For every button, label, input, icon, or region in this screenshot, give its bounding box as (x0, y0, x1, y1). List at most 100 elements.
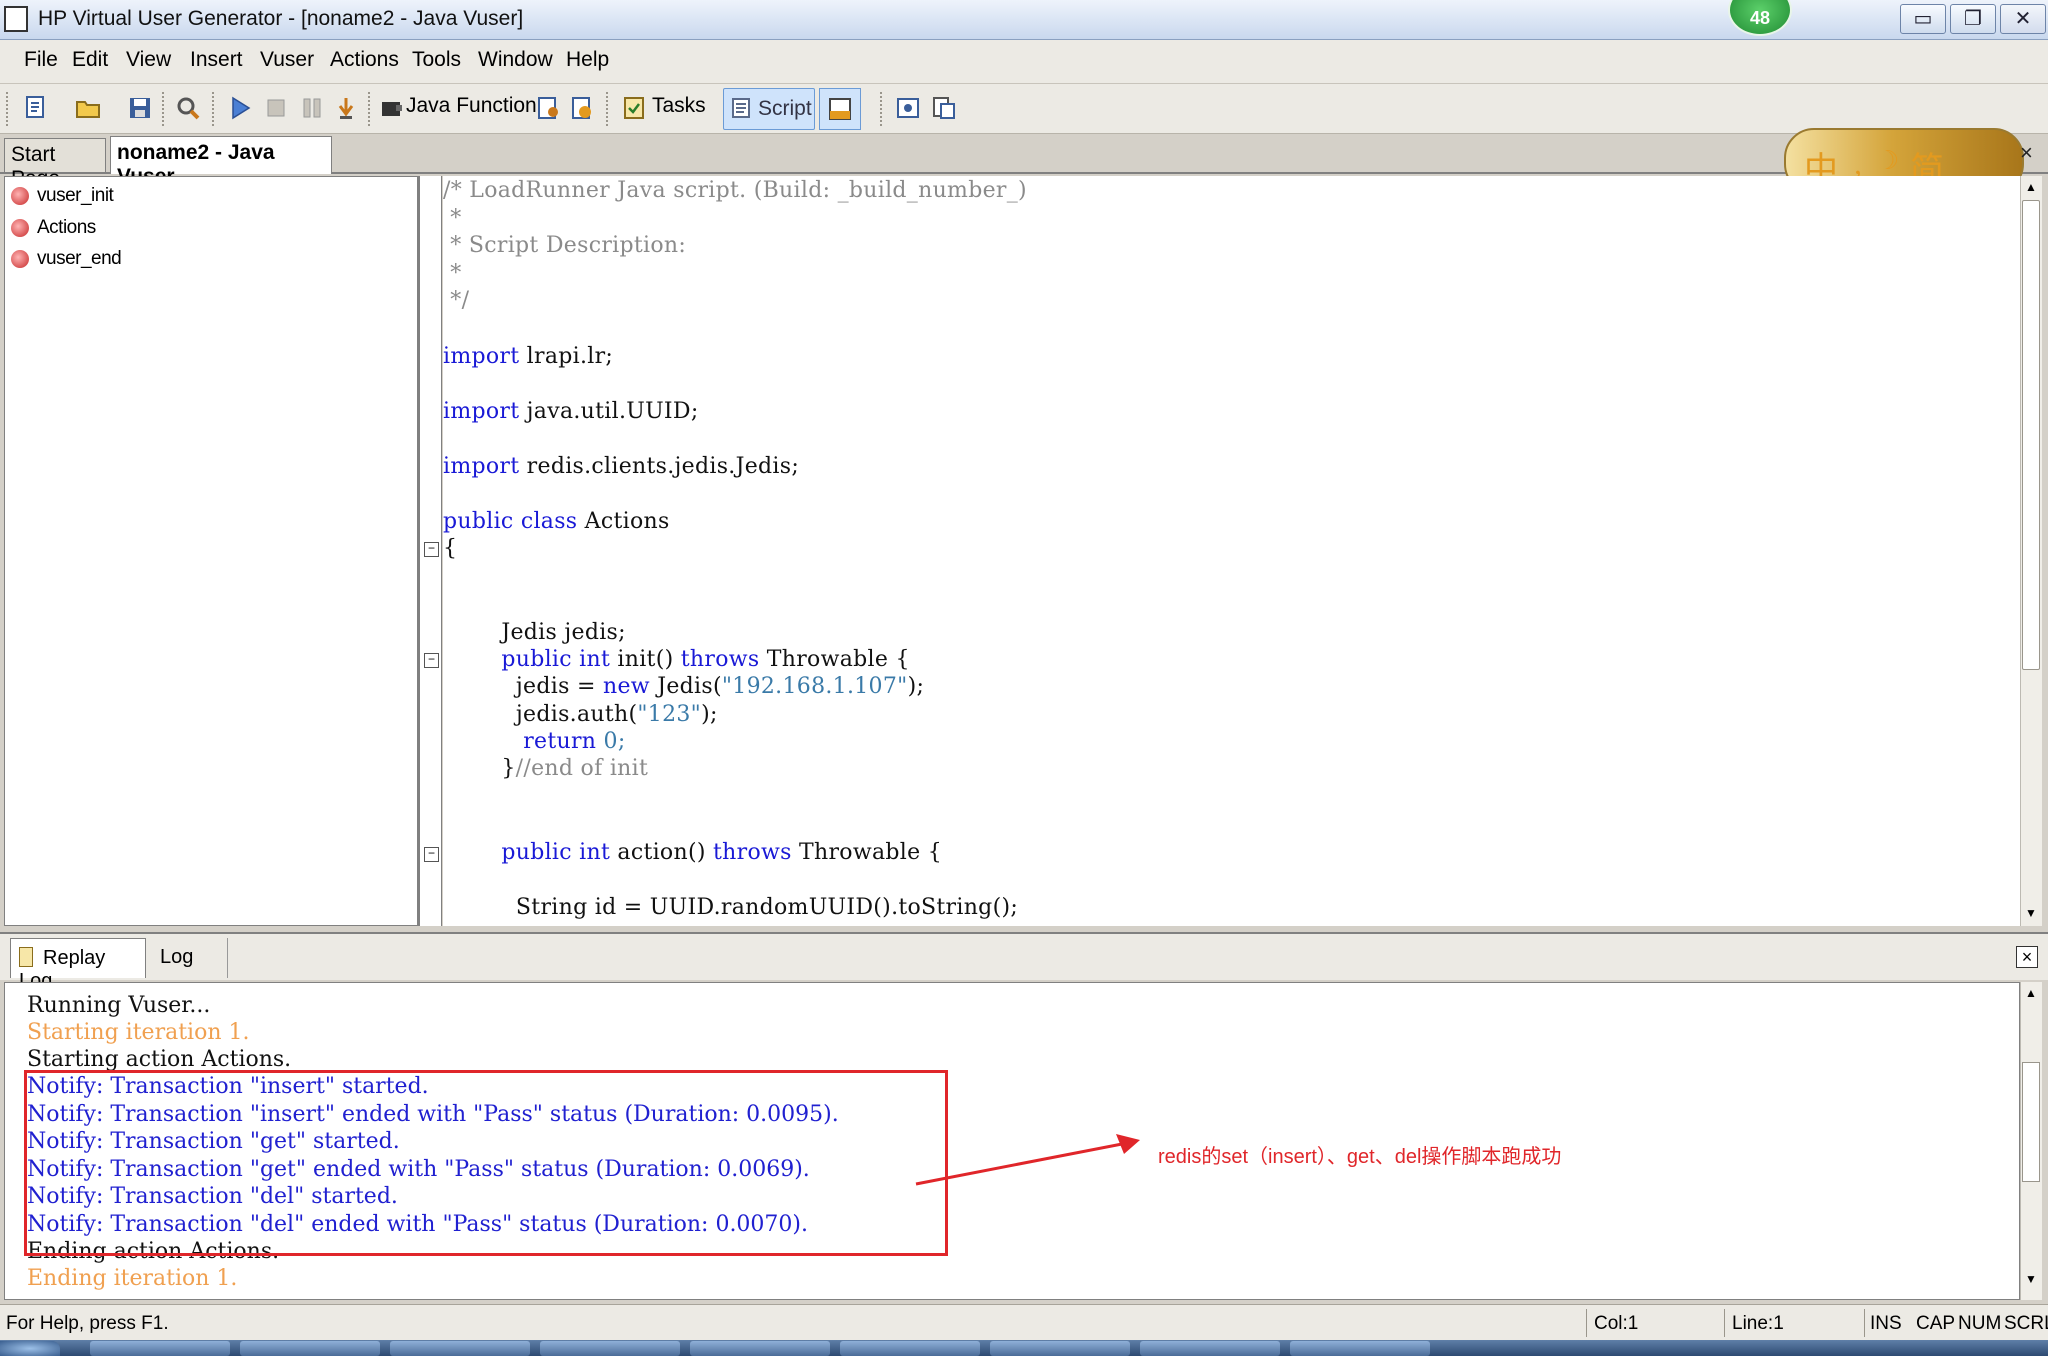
script-label: Script (758, 97, 812, 120)
taskbar-item[interactable] (540, 1341, 680, 1356)
menu-view[interactable]: View (126, 48, 171, 72)
script-view-button[interactable]: Script (723, 88, 815, 130)
log-icon (19, 947, 33, 967)
help-icon[interactable] (930, 94, 958, 122)
runtime-settings-icon[interactable] (568, 94, 596, 122)
notification-badge[interactable]: 48 (1728, 0, 1792, 36)
toolbar-separator (212, 92, 217, 126)
save-icon[interactable] (126, 94, 154, 122)
scroll-up-icon[interactable]: ▲ (2025, 986, 2037, 1000)
menu-tools[interactable]: Tools (412, 48, 461, 72)
restore-button[interactable]: ❐ (1950, 4, 1996, 34)
status-help: For Help, press F1. (6, 1313, 169, 1334)
compile-icon[interactable] (534, 94, 562, 122)
new-icon[interactable] (22, 94, 50, 122)
menu-actions[interactable]: Actions (330, 48, 399, 72)
scroll-thumb[interactable] (2022, 1062, 2040, 1182)
minimize-button[interactable]: ▭ (1900, 4, 1946, 34)
close-button[interactable]: ✕ (2000, 4, 2046, 34)
taskbar-item[interactable] (1140, 1341, 1280, 1356)
code-line: { (443, 536, 458, 561)
code-line: /* LoadRunner Java script. (Build: _buil… (443, 178, 1027, 203)
tab-noname2[interactable]: noname2 - Java Vuser (110, 136, 332, 188)
code-text: lrapi.lr; (519, 344, 614, 369)
java-function-label[interactable]: Java Function (406, 94, 537, 118)
taskbar-item[interactable] (990, 1341, 1130, 1356)
output-view-button[interactable] (819, 88, 861, 130)
scroll-up-icon[interactable]: ▲ (2025, 180, 2037, 194)
start-button[interactable] (0, 1341, 60, 1356)
status-line: Line:1 (1732, 1313, 1784, 1334)
tasks-label[interactable]: Tasks (652, 94, 706, 118)
code-text: action() (610, 840, 714, 865)
toolbar-separator (880, 92, 885, 126)
tree-view-icon (829, 98, 851, 120)
menu-help[interactable]: Help (566, 48, 609, 72)
menu-insert[interactable]: Insert (190, 48, 243, 72)
toolbar-grip[interactable] (6, 92, 11, 126)
toolbar-separator (368, 92, 373, 126)
tab-replay-log[interactable]: Replay Log (10, 938, 146, 992)
moon-icon[interactable]: ☽ (1876, 146, 1899, 176)
close-output-button[interactable]: × (2016, 946, 2038, 968)
stop-icon[interactable] (262, 94, 290, 122)
menu-edit[interactable]: Edit (72, 48, 108, 72)
code-editor[interactable]: /* LoadRunner Java script. (Build: _buil… (443, 176, 2023, 926)
log-line: Starting action Actions. (27, 1047, 292, 1072)
find-icon[interactable] (174, 94, 202, 122)
pause-icon[interactable] (298, 94, 326, 122)
output-tabs: Replay Log Log (0, 932, 2048, 992)
taskbar-item[interactable] (90, 1341, 230, 1356)
taskbar-item[interactable] (240, 1341, 380, 1356)
menu-vuser[interactable]: Vuser (260, 48, 314, 72)
menu-bar: File Edit View Insert Vuser Actions Tool… (0, 40, 2048, 84)
editor-gutter: − − − (418, 176, 442, 926)
arrow-icon (915, 1134, 1140, 1186)
fold-toggle[interactable]: − (424, 653, 439, 668)
close-document-button[interactable]: × (2020, 140, 2033, 166)
toolbar-separator (606, 92, 611, 126)
keyword: throws (680, 647, 760, 672)
fold-toggle[interactable]: − (424, 542, 439, 557)
tree-item-label: vuser_init (37, 185, 114, 206)
status-cap: CAP (1916, 1313, 1956, 1334)
open-icon[interactable] (74, 94, 102, 122)
taskbar-item[interactable] (390, 1341, 530, 1356)
fold-toggle[interactable]: − (424, 847, 439, 862)
menu-file[interactable]: File (24, 48, 58, 72)
string-literal: "123" (637, 702, 702, 727)
highlight-box (24, 1070, 948, 1256)
status-separator (1586, 1309, 1589, 1337)
code-text: jedis.auth( (443, 702, 638, 727)
keyword: import (443, 399, 520, 424)
options-icon[interactable] (894, 94, 922, 122)
code-text: jedis = (443, 674, 604, 699)
scroll-down-icon[interactable]: ▼ (2025, 1272, 2037, 1286)
status-bar: For Help, press F1. Col:1 Line:1 INS CAP… (0, 1304, 2048, 1340)
tree-item-label: vuser_end (37, 248, 122, 269)
tasks-icon[interactable] (620, 94, 648, 122)
status-col: Col:1 (1594, 1313, 1639, 1334)
keyword: import (443, 454, 520, 479)
status-ins: INS (1870, 1313, 1902, 1334)
action-icon (11, 219, 29, 237)
document-tabs: Start Page noname2 - Java Vuser (0, 134, 2048, 190)
step-icon[interactable] (332, 94, 360, 122)
tab-start-page[interactable]: Start Page (4, 138, 106, 190)
scroll-thumb[interactable] (2022, 200, 2040, 670)
taskbar-item[interactable] (690, 1341, 830, 1356)
taskbar-item[interactable] (1290, 1341, 1430, 1356)
tab-log[interactable]: Log (152, 938, 228, 978)
code-text: Throwable { (759, 647, 910, 672)
keyword: public int (443, 840, 611, 865)
taskbar-item[interactable] (840, 1341, 980, 1356)
code-line: import lrapi.lr; (443, 344, 613, 369)
run-icon[interactable] (226, 94, 254, 122)
editor-scrollbar[interactable]: ▲ ▼ (2020, 176, 2042, 926)
status-separator (1724, 1309, 1727, 1337)
java-function-icon[interactable] (378, 94, 406, 122)
menu-window[interactable]: Window (478, 48, 553, 72)
scroll-down-icon[interactable]: ▼ (2025, 906, 2037, 920)
output-scrollbar[interactable]: ▲ ▼ (2020, 982, 2042, 1300)
toolbar: Java Function Tasks Script (0, 84, 2048, 134)
